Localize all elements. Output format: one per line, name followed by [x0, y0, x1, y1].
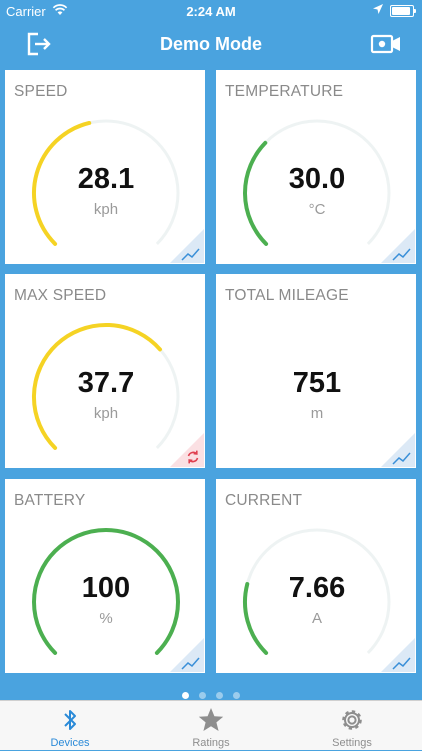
tab-label: Devices: [50, 737, 90, 749]
card-unit: kph: [93, 201, 119, 218]
chart-icon[interactable]: [381, 638, 415, 672]
card-label: SPEED: [14, 83, 68, 100]
status-bar: Carrier 2:24 AM: [0, 0, 422, 22]
gear-icon: [342, 710, 362, 730]
speed-card[interactable]: SPEED 28.1 kph: [5, 70, 205, 264]
card-value: 7.66: [288, 572, 346, 604]
max-speed-card[interactable]: MAX SPEED 37.7 kph: [5, 274, 205, 468]
card-label: TEMPERATURE: [225, 83, 344, 100]
temperature-card[interactable]: TEMPERATURE 30.0 °C: [216, 70, 416, 264]
page-dot[interactable]: [216, 692, 223, 699]
card-value: 37.7: [77, 367, 135, 399]
total-mileage-card[interactable]: TOTAL MILEAGE 751 m: [216, 274, 416, 468]
card-label: MAX SPEED: [14, 287, 107, 304]
card-unit: kph: [93, 405, 119, 422]
video-camera-icon[interactable]: [370, 32, 402, 56]
tab-label: Settings: [332, 737, 372, 749]
page-dot[interactable]: [233, 692, 240, 699]
tab-settings[interactable]: Settings: [282, 701, 422, 751]
page-title: Demo Mode: [159, 34, 262, 54]
navigation-bar: Demo Mode: [0, 22, 422, 66]
page-dot[interactable]: [182, 692, 189, 699]
card-label: BATTERY: [14, 492, 86, 509]
refresh-icon[interactable]: [170, 433, 204, 467]
tab-label: Ratings: [192, 737, 230, 749]
card-unit: %: [99, 610, 113, 627]
battery-icon: [390, 5, 416, 17]
tab-devices[interactable]: Devices: [0, 701, 140, 751]
card-value: 100: [81, 572, 131, 604]
card-label: TOTAL MILEAGE: [225, 287, 349, 304]
star-icon: [198, 708, 224, 731]
card-value: 30.0: [288, 163, 346, 195]
tab-ratings[interactable]: Ratings: [141, 701, 281, 751]
chart-icon[interactable]: [170, 229, 204, 263]
clock: 2:24 AM: [186, 4, 236, 19]
card-label: CURRENT: [225, 492, 303, 509]
current-card[interactable]: CURRENT 7.66 A: [216, 479, 416, 673]
card-unit: A: [311, 610, 322, 627]
battery-card[interactable]: BATTERY 100 %: [5, 479, 205, 673]
chart-icon[interactable]: [381, 229, 415, 263]
location-arrow-icon: [373, 4, 383, 14]
chart-icon[interactable]: [170, 638, 204, 672]
tab-bar: Devices Ratings Settings: [0, 700, 422, 750]
card-unit: °C: [308, 201, 326, 218]
page-dot[interactable]: [199, 692, 206, 699]
bluetooth-icon: [64, 710, 76, 730]
card-value: 28.1: [77, 163, 135, 195]
card-value: 751: [292, 367, 342, 399]
card-unit: m: [310, 405, 324, 422]
chart-icon[interactable]: [381, 433, 415, 467]
